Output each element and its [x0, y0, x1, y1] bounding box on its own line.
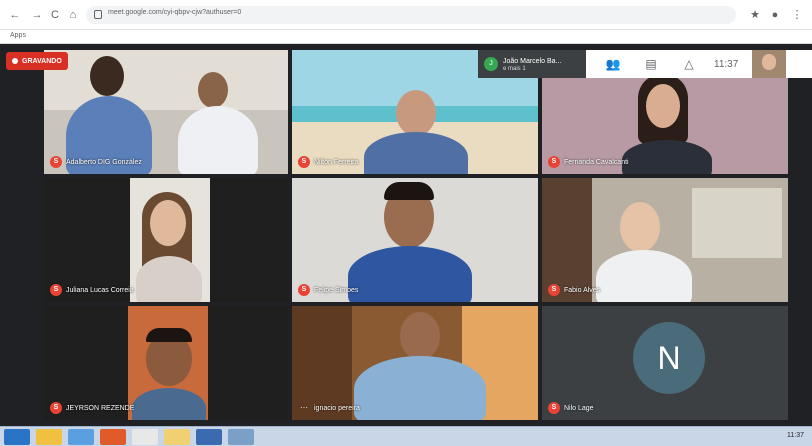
- name-tag: S Nilo Lage: [548, 402, 594, 414]
- self-view[interactable]: [752, 50, 787, 78]
- participant-tile[interactable]: N S Nilo Lage: [542, 306, 788, 420]
- wall: [44, 50, 288, 110]
- face: [198, 72, 228, 108]
- extension-icon[interactable]: ●: [768, 8, 782, 22]
- name-tag: S Juliana Lucas Correia: [50, 284, 134, 296]
- map: [692, 188, 782, 258]
- shirt: [364, 132, 468, 174]
- participant-tile[interactable]: ··· ignacio pereira: [292, 306, 538, 420]
- participant-tile[interactable]: S Fabio Alves: [542, 178, 788, 302]
- meeting-top-bar: J João Marcelo Ba... e mais 1 👥 ▤ △ 11:3…: [478, 50, 812, 78]
- people-icon[interactable]: 👥: [602, 53, 624, 75]
- url-text: meet.google.com/cyi-qbpv-cjw?authuser=0: [108, 9, 242, 16]
- app-icon[interactable]: [228, 429, 254, 445]
- face: [762, 54, 777, 70]
- participant-tile[interactable]: S JEYRSON REZENDE: [44, 306, 288, 420]
- presenter-name: João Marcelo Ba...: [503, 57, 562, 65]
- shirt: [596, 250, 692, 302]
- firefox-icon[interactable]: [100, 429, 126, 445]
- mic-off-icon: S: [298, 156, 310, 168]
- record-icon: [12, 58, 18, 64]
- recording-label: GRAVANDO: [22, 57, 62, 65]
- shirt: [178, 106, 258, 174]
- windows-taskbar: 11:37: [0, 426, 812, 446]
- lock-icon: [94, 10, 102, 19]
- mic-off-icon: S: [50, 284, 62, 296]
- avatar: N: [633, 322, 705, 394]
- participant-name: Fernanda Cavalcanti: [564, 158, 629, 166]
- mic-off-icon: S: [548, 402, 560, 414]
- mic-off-icon: S: [50, 156, 62, 168]
- explorer-icon[interactable]: [36, 429, 62, 445]
- forward-button[interactable]: →: [30, 8, 44, 22]
- folder-icon[interactable]: [164, 429, 190, 445]
- name-tag: ··· ignacio pereira: [298, 402, 360, 414]
- browser-toolbar: ← → C ⌂ meet.google.com/cyi-qbpv-cjw?aut…: [0, 0, 812, 30]
- participant-name: Adalberto DIG González: [66, 158, 142, 166]
- shirt: [136, 256, 202, 302]
- presenter-sub: e mais 1: [503, 65, 526, 72]
- face: [150, 200, 186, 246]
- participant-tile[interactable]: S Juliana Lucas Correia: [44, 178, 288, 302]
- participant-name: Felipe Simoes: [314, 286, 359, 294]
- mic-off-icon: S: [548, 156, 560, 168]
- shirt: [622, 140, 712, 174]
- mic-off-icon: S: [298, 284, 310, 296]
- reload-button[interactable]: C: [48, 8, 62, 22]
- face: [90, 56, 124, 96]
- home-button[interactable]: ⌂: [66, 8, 80, 22]
- participant-name: Fabio Alves: [564, 286, 601, 294]
- participant-tile[interactable]: S Adalberto DIG González: [44, 50, 288, 174]
- face: [396, 90, 436, 136]
- participant-name: ignacio pereira: [314, 404, 360, 412]
- shapes-icon[interactable]: △: [678, 53, 700, 75]
- participant-name: Juliana Lucas Correia: [66, 286, 134, 294]
- meet-grid: S Adalberto DIG González S Nilton Ferrei…: [0, 44, 812, 426]
- presenter-chip[interactable]: J João Marcelo Ba... e mais 1: [478, 50, 586, 78]
- start-button[interactable]: [4, 429, 30, 445]
- name-tag: S Adalberto DIG González: [50, 156, 142, 168]
- ie-icon[interactable]: [68, 429, 94, 445]
- chat-icon[interactable]: ▤: [640, 53, 662, 75]
- hair: [146, 328, 192, 342]
- shirt: [354, 356, 486, 420]
- menu-icon[interactable]: ⋮: [790, 8, 804, 22]
- audio-level-icon: ···: [300, 403, 308, 412]
- name-tag: S Fabio Alves: [548, 284, 600, 296]
- shirt: [348, 246, 472, 302]
- chrome-icon[interactable]: [132, 429, 158, 445]
- back-button[interactable]: ←: [8, 8, 22, 22]
- word-icon[interactable]: [196, 429, 222, 445]
- face: [620, 202, 660, 252]
- participant-name: JEYRSON REZENDE: [66, 404, 135, 412]
- address-bar[interactable]: meet.google.com/cyi-qbpv-cjw?authuser=0: [86, 6, 736, 24]
- participant-name: Nilo Lage: [564, 404, 594, 412]
- star-icon[interactable]: ★: [748, 8, 762, 22]
- mic-off-icon: S: [548, 284, 560, 296]
- tray-clock: 11:37: [787, 432, 804, 439]
- name-tag: S Nilton Ferreira: [298, 156, 358, 168]
- shirt: [132, 388, 206, 420]
- mic-off-icon: S: [50, 402, 62, 414]
- presenter-avatar: J: [484, 57, 498, 71]
- face: [646, 84, 680, 128]
- participant-tile[interactable]: S Felipe Simoes: [292, 178, 538, 302]
- name-tag: S JEYRSON REZENDE: [50, 402, 134, 414]
- name-tag: S Felipe Simoes: [298, 284, 358, 296]
- name-tag: S Fernanda Cavalcanti: [548, 156, 629, 168]
- meeting-clock: 11:37: [714, 58, 739, 70]
- bookmarks-bar: Apps: [0, 30, 812, 44]
- bookmark-apps[interactable]: Apps: [10, 32, 26, 39]
- participant-name: Nilton Ferreira: [314, 158, 359, 166]
- face: [400, 312, 440, 360]
- hair: [384, 182, 434, 200]
- recording-badge: GRAVANDO: [6, 52, 68, 70]
